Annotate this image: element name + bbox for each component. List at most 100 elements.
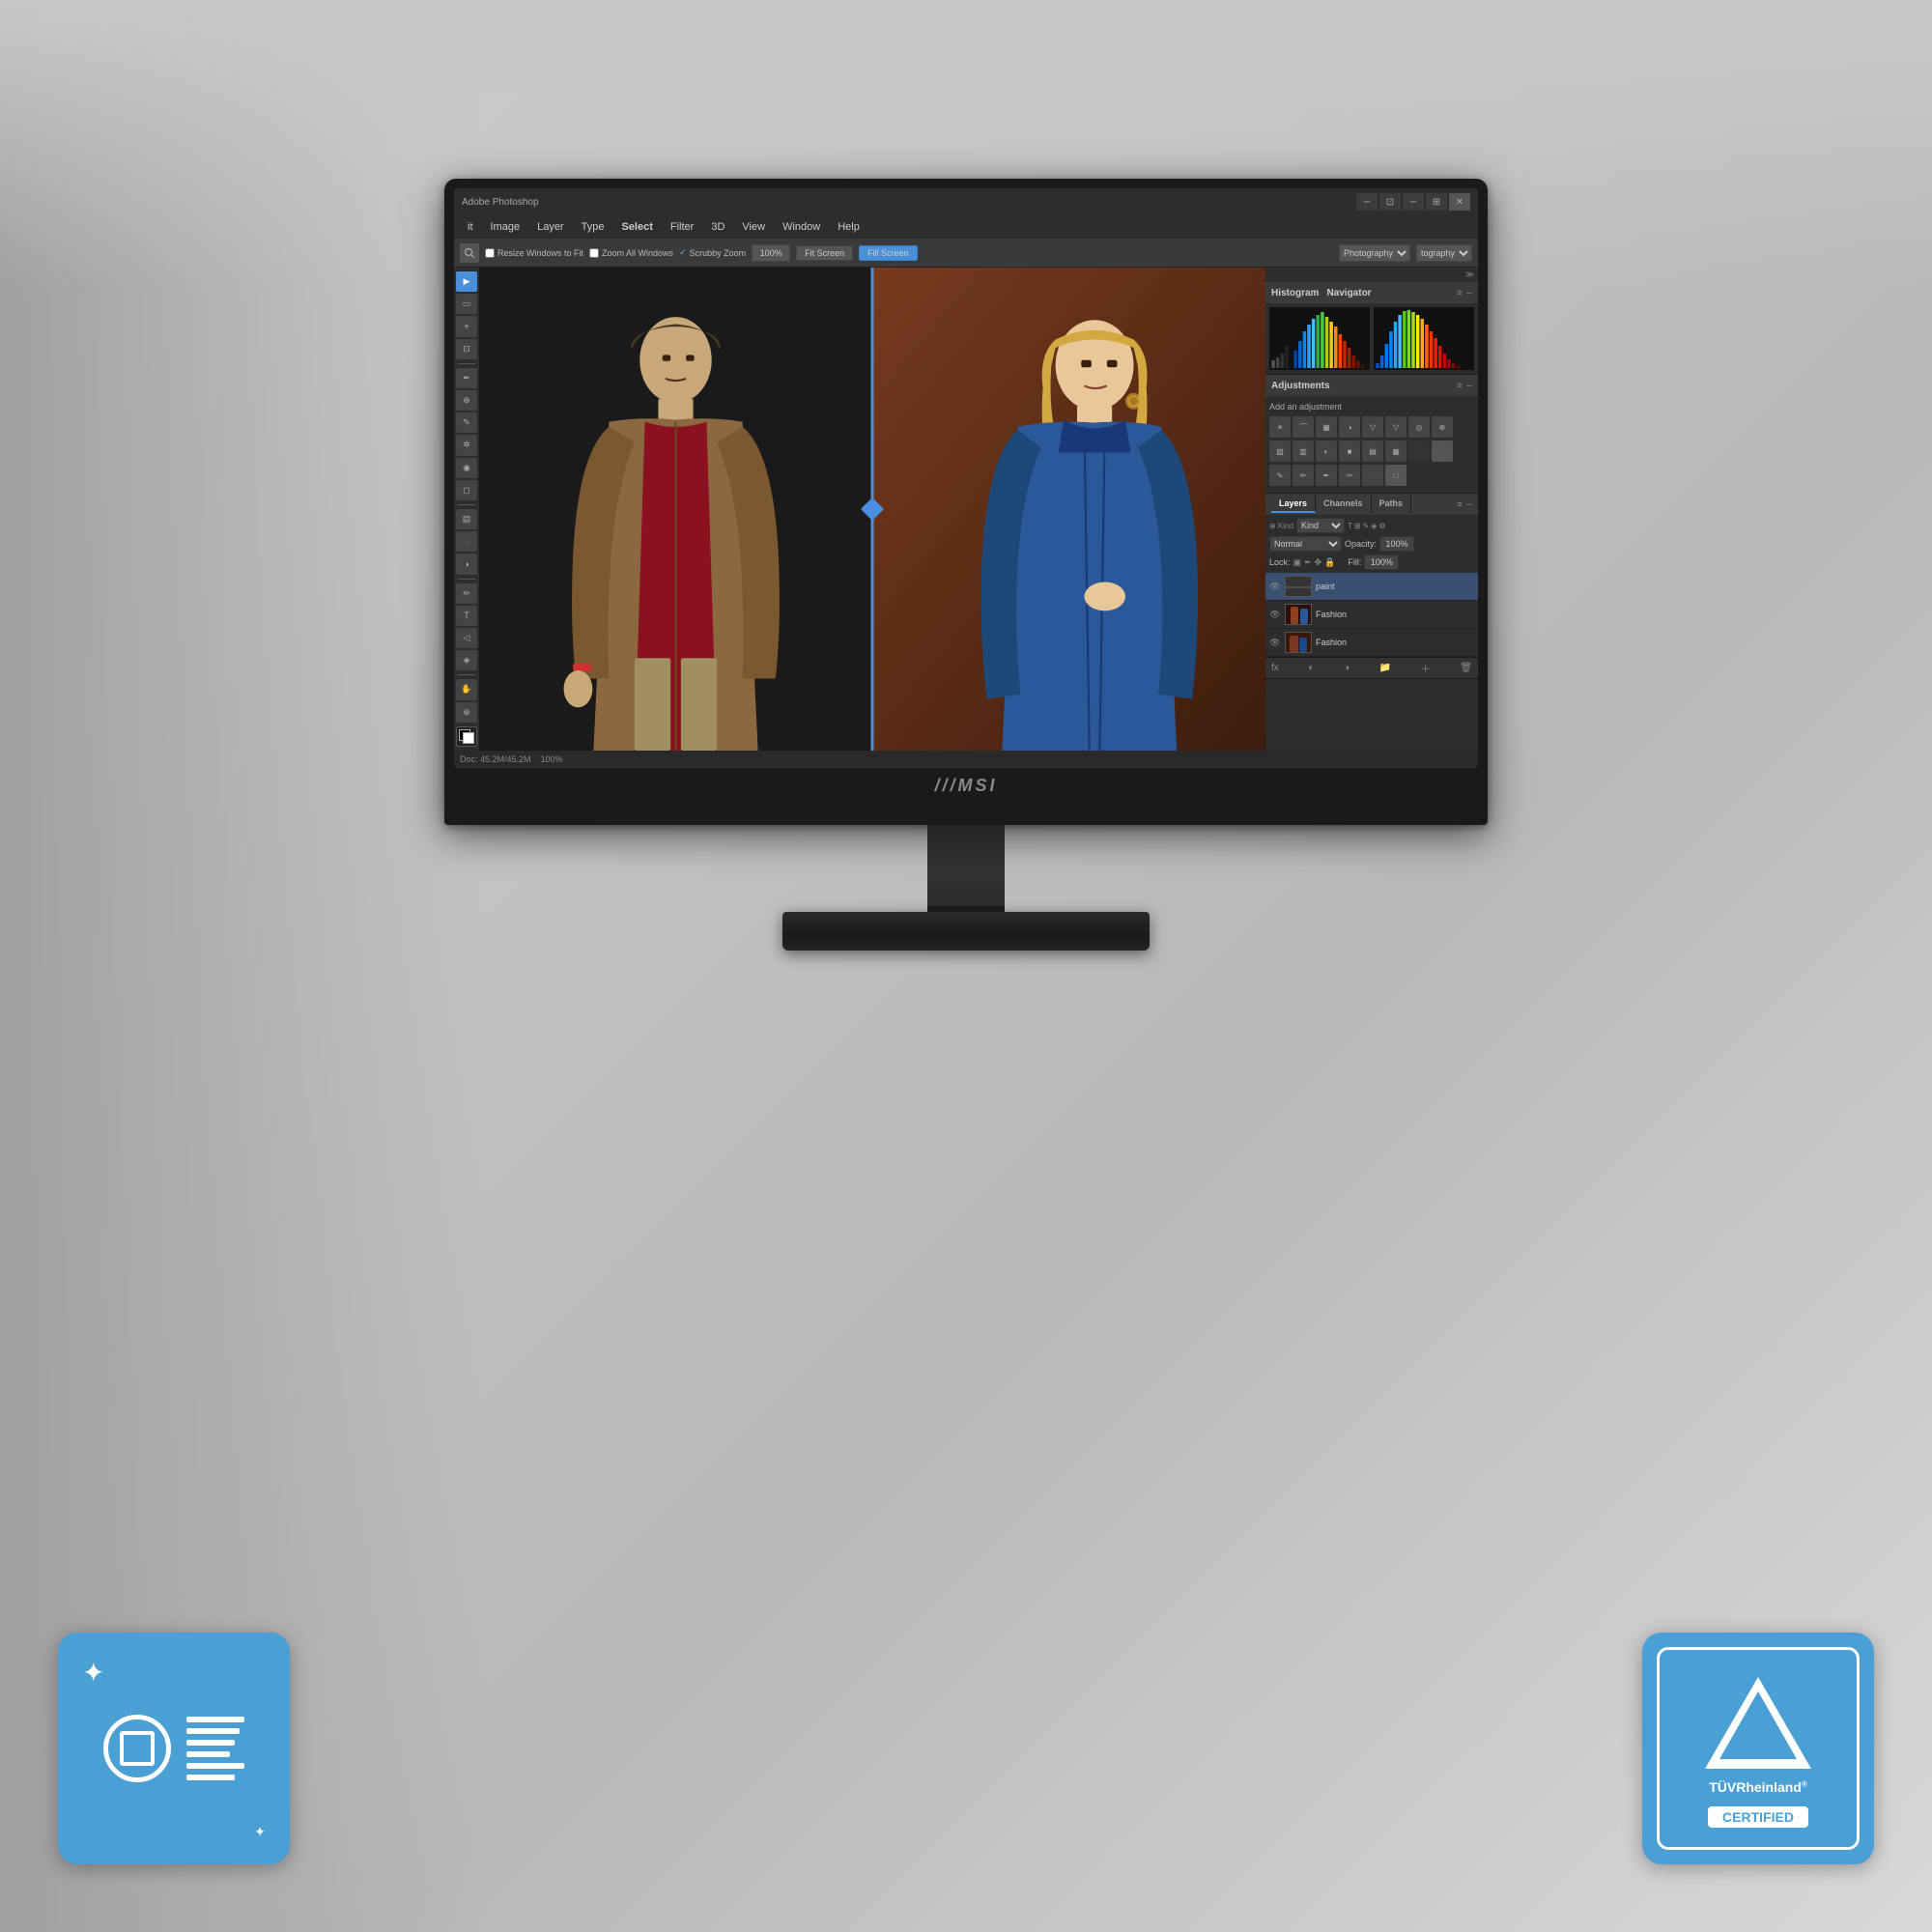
menu-item-window[interactable]: Window: [775, 219, 828, 235]
tool-brush[interactable]: ✎: [456, 412, 477, 433]
resize-windows-checkbox[interactable]: Resize Windows to Fit: [485, 248, 583, 258]
tool-foreground-bg[interactable]: [456, 726, 477, 747]
layer-item-fashion2[interactable]: 👁 Fashion: [1265, 629, 1478, 657]
maximize-button[interactable]: ⊞: [1426, 193, 1447, 211]
layer-eye-paint[interactable]: 👁: [1269, 582, 1281, 592]
adj-pencil2-icon[interactable]: ✏: [1293, 465, 1314, 486]
tool-pen[interactable]: ✏: [456, 583, 477, 604]
adj-photofilter-icon[interactable]: ⊕: [1432, 416, 1453, 438]
workspace-select-2[interactable]: tography: [1416, 244, 1472, 262]
menu-item-select[interactable]: Select: [613, 219, 660, 235]
adj-exposure-icon[interactable]: ◑: [1339, 416, 1360, 438]
layer-folder-icon[interactable]: 📁: [1379, 663, 1391, 673]
layer-eye-fashion1[interactable]: 👁: [1269, 610, 1281, 620]
adj-pencil4-icon[interactable]: ✑: [1339, 465, 1360, 486]
tool-hand[interactable]: ✋: [456, 679, 477, 699]
layers-collapse-icon[interactable]: ─: [1466, 499, 1472, 509]
tool-select-rect[interactable]: ▭: [456, 294, 477, 314]
histogram-collapse-icon[interactable]: ─: [1466, 288, 1472, 298]
tool-path-select[interactable]: ◁: [456, 628, 477, 648]
layers-options-icon[interactable]: ≡: [1457, 499, 1462, 509]
menu-item-view[interactable]: View: [734, 219, 773, 235]
adj-vibrance-icon[interactable]: ▽: [1362, 416, 1383, 438]
menu-item-filter[interactable]: Filter: [663, 219, 701, 235]
histogram-options-icon[interactable]: ≡: [1457, 288, 1462, 298]
lock-icon2[interactable]: ✒: [1304, 557, 1312, 568]
tool-blur[interactable]: ◌: [456, 531, 477, 552]
tool-eyedropper[interactable]: ✒: [456, 368, 477, 388]
tab-layers[interactable]: Layers: [1271, 496, 1316, 513]
layer-adj-icon[interactable]: ◑: [1344, 663, 1350, 673]
layer-item-paint[interactable]: 👁 paint: [1265, 573, 1478, 601]
layer-filter-icon5[interactable]: ⚙: [1378, 522, 1385, 530]
adj-posterize-icon[interactable]: ▥: [1293, 440, 1314, 462]
restore-button[interactable]: ⊡: [1379, 193, 1401, 211]
layer-add-icon[interactable]: ＋: [1421, 661, 1431, 675]
lock-icon1[interactable]: ▣: [1293, 557, 1302, 568]
adjustments-header[interactable]: Adjustments ≡ ─: [1265, 375, 1478, 396]
adj-brightness-icon[interactable]: ☀: [1269, 416, 1291, 438]
close-button[interactable]: ✕: [1449, 193, 1470, 211]
menu-item-type[interactable]: Type: [574, 219, 612, 235]
tool-dodge[interactable]: ◑: [456, 554, 477, 574]
adj-blank2-icon[interactable]: [1432, 440, 1453, 462]
lock-icon4[interactable]: 🔒: [1324, 557, 1335, 568]
adj-rect-icon[interactable]: □: [1385, 465, 1406, 486]
layer-filter-icon2[interactable]: ⊞: [1354, 522, 1361, 530]
workspace-select[interactable]: Photography Essentials 3D: [1339, 244, 1410, 262]
tool-history[interactable]: ◉: [456, 458, 477, 478]
zoom-all-windows-input[interactable]: [589, 248, 599, 258]
opacity-input[interactable]: [1379, 536, 1414, 552]
tab-paths[interactable]: Paths: [1372, 496, 1412, 513]
panel-collapse-icon[interactable]: ≫: [1465, 270, 1474, 280]
scrubby-zoom-checkbox[interactable]: ✓ Scrubby Zoom: [679, 247, 746, 258]
tool-move[interactable]: ▶: [456, 271, 477, 292]
tab-channels[interactable]: Channels: [1316, 496, 1372, 513]
adj-gradient2-icon[interactable]: ▤: [1362, 440, 1383, 462]
adj-cb-icon[interactable]: ◎: [1408, 416, 1430, 438]
adj-pattern-icon[interactable]: ▦: [1385, 440, 1406, 462]
lock-icon3[interactable]: ✤: [1315, 557, 1322, 568]
layer-filter-kind-select[interactable]: Kind: [1296, 518, 1345, 533]
tool-gradient[interactable]: ▤: [456, 509, 477, 529]
tool-lasso[interactable]: ⌖: [456, 316, 477, 336]
tool-shape[interactable]: ◈: [456, 650, 477, 670]
adj-pencil-icon[interactable]: ✎: [1269, 465, 1291, 486]
zoom-percent-input[interactable]: [752, 244, 790, 262]
adj-invert-icon[interactable]: ◐: [1316, 440, 1337, 462]
layer-filter-icon3[interactable]: ✎: [1363, 522, 1370, 530]
adj-curves-icon[interactable]: ⌒: [1293, 416, 1314, 438]
layer-mask-icon[interactable]: ◐: [1308, 663, 1314, 673]
menu-item-layer[interactable]: Layer: [529, 219, 572, 235]
ps-split-divider[interactable]: [871, 268, 874, 751]
menu-item-image[interactable]: Image: [483, 219, 528, 235]
layer-fx-icon[interactable]: fx: [1271, 663, 1279, 673]
fill-input[interactable]: [1364, 554, 1399, 570]
tool-crop[interactable]: ⊡: [456, 339, 477, 359]
ps-canvas-area[interactable]: [479, 268, 1265, 751]
menu-item-help[interactable]: Help: [830, 219, 867, 235]
adj-pencil3-icon[interactable]: ✒: [1316, 465, 1337, 486]
tool-eraser[interactable]: ◻: [456, 480, 477, 500]
layer-delete-icon[interactable]: 🗑: [1460, 663, 1472, 673]
adj-options-icon[interactable]: ≡: [1457, 381, 1462, 390]
tool-text[interactable]: T: [456, 606, 477, 626]
adj-threshold-icon[interactable]: ▨: [1269, 440, 1291, 462]
adj-collapse-icon[interactable]: ─: [1466, 381, 1472, 390]
blend-mode-select[interactable]: Normal Multiply Screen: [1269, 536, 1342, 552]
tool-healing[interactable]: ⊕: [456, 390, 477, 411]
layer-filter-icon4[interactable]: ◈: [1371, 522, 1377, 530]
menu-item-it[interactable]: it: [460, 219, 481, 235]
minimize-button[interactable]: ─: [1356, 193, 1378, 211]
restore-button-2[interactable]: ─: [1403, 193, 1424, 211]
histogram-header[interactable]: Histogram Navigator ≡ ─: [1265, 282, 1478, 303]
tool-zoom[interactable]: ⊕: [456, 702, 477, 723]
tool-clone[interactable]: ✲: [456, 435, 477, 455]
adj-blank-icon[interactable]: [1408, 440, 1430, 462]
adj-levels-icon[interactable]: ▦: [1316, 416, 1337, 438]
adj-blank3-icon[interactable]: [1362, 465, 1383, 486]
layer-filter-icon1[interactable]: T: [1348, 522, 1352, 530]
resize-windows-input[interactable]: [485, 248, 495, 258]
fill-screen-button[interactable]: Fill Screen: [859, 245, 918, 261]
layer-eye-fashion2[interactable]: 👁: [1269, 638, 1281, 648]
